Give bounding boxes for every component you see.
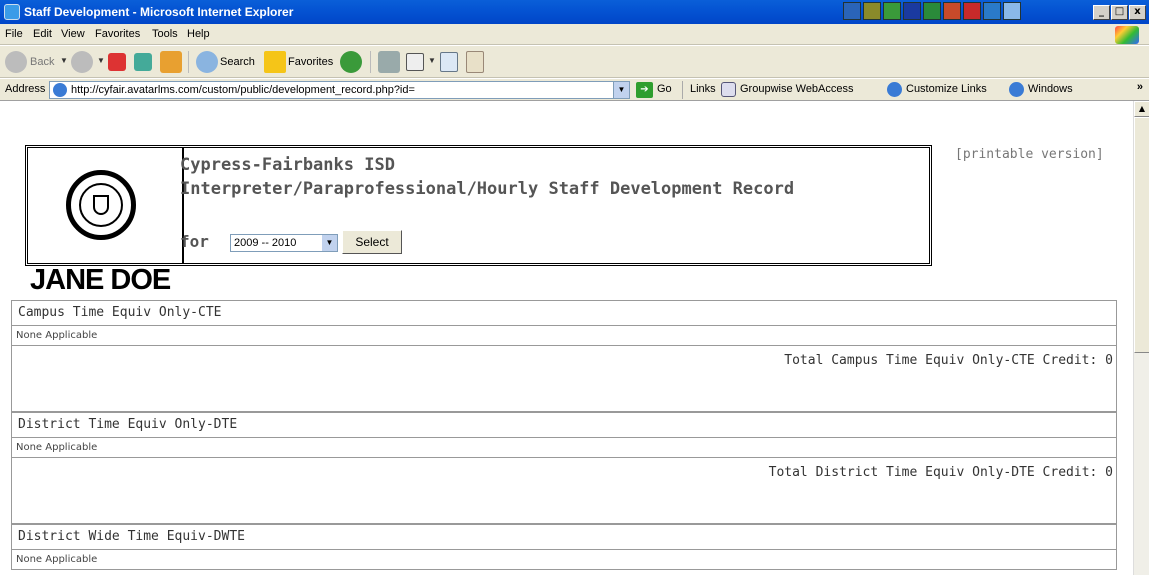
go-button[interactable]: Go xyxy=(657,83,672,95)
page-favicon-icon xyxy=(53,83,67,97)
seal-ring xyxy=(79,183,123,227)
powerpoint-icon[interactable] xyxy=(943,2,961,20)
menu-favorites[interactable]: Favorites xyxy=(95,28,140,40)
close-button[interactable]: x xyxy=(1129,5,1146,20)
menu-view[interactable]: View xyxy=(61,28,85,40)
link-groupwise[interactable]: Groupwise WebAccess xyxy=(740,83,854,95)
forward-arrow-icon[interactable] xyxy=(71,51,93,73)
app-icon[interactable] xyxy=(863,2,881,20)
links-overflow-chevron[interactable]: » xyxy=(1137,81,1143,93)
menu-bar: File Edit View Favorites Tools Help xyxy=(0,24,1149,45)
favorites-star-icon[interactable] xyxy=(264,51,286,73)
minimize-button[interactable]: _ xyxy=(1093,5,1110,20)
word-edit-icon[interactable] xyxy=(406,53,424,71)
year-select-value: 2009 -- 2010 xyxy=(234,237,297,249)
section-total-cte: Total Campus Time Equiv Only-CTE Credit:… xyxy=(11,346,1117,412)
back-arrow-icon[interactable] xyxy=(5,51,27,73)
word-icon[interactable] xyxy=(903,2,921,20)
groupwise-icon xyxy=(721,82,736,97)
record-header xyxy=(25,145,932,266)
stop-icon[interactable] xyxy=(108,53,126,71)
section-heading-dwte: District Wide Time Equiv-DWTE xyxy=(11,524,1117,550)
section-status-cte: None Applicable xyxy=(11,326,1117,346)
section-heading-cte: Campus Time Equiv Only-CTE xyxy=(11,300,1117,326)
address-dropdown-icon[interactable]: ▼ xyxy=(613,82,629,98)
ie-window-icon[interactable] xyxy=(4,4,20,20)
menu-file[interactable]: File xyxy=(5,28,23,40)
staff-name: JANE DOE xyxy=(30,264,171,296)
section-heading-dte: District Time Equiv Only-DTE xyxy=(11,412,1117,438)
menu-help[interactable]: Help xyxy=(187,28,210,40)
for-label: for xyxy=(180,232,209,251)
windows-logo-icon xyxy=(1115,26,1139,44)
favorites-button[interactable]: Favorites xyxy=(288,56,333,68)
pdf-icon[interactable] xyxy=(963,2,981,20)
toolbar: Back ▼ ▼ Search Favorites ▼ xyxy=(0,46,1149,78)
menu-edit[interactable]: Edit xyxy=(33,28,52,40)
links-label[interactable]: Links xyxy=(690,83,716,95)
window-titlebar[interactable]: Staff Development - Microsoft Internet E… xyxy=(0,0,1149,24)
app-icon[interactable] xyxy=(843,2,861,20)
credit-sections: Campus Time Equiv Only-CTE None Applicab… xyxy=(11,300,1117,570)
section-status-dte: None Applicable xyxy=(11,438,1117,458)
address-bar: Address http://cyfair.avatarlms.com/cust… xyxy=(0,79,1149,101)
links-separator xyxy=(682,81,683,99)
search-button[interactable]: Search xyxy=(220,56,255,68)
app-icon[interactable] xyxy=(883,2,901,20)
vertical-scrollbar[interactable]: ▲ xyxy=(1133,101,1149,575)
address-label: Address xyxy=(5,83,46,95)
seal-shield-icon xyxy=(93,195,109,215)
search-icon[interactable] xyxy=(196,51,218,73)
ie-icon[interactable] xyxy=(983,2,1001,20)
ie-link-icon xyxy=(887,82,902,97)
history-icon[interactable] xyxy=(340,51,362,73)
ie-link-icon xyxy=(1009,82,1024,97)
menu-tools[interactable]: Tools xyxy=(152,28,178,40)
section-total-dte: Total District Time Equiv Only-DTE Credi… xyxy=(11,458,1117,524)
section-status-dwte: None Applicable xyxy=(11,550,1117,570)
back-dropdown-icon[interactable]: ▼ xyxy=(60,56,68,65)
forward-dropdown-icon[interactable]: ▼ xyxy=(97,56,105,65)
maximize-button[interactable]: □ xyxy=(1111,5,1128,20)
toolbar-separator xyxy=(188,51,189,73)
link-windows[interactable]: Windows xyxy=(1028,83,1073,95)
print-icon[interactable] xyxy=(378,51,400,73)
link-customize[interactable]: Customize Links xyxy=(906,83,987,95)
scroll-thumb[interactable] xyxy=(1134,117,1149,353)
record-title: Interpreter/Paraprofessional/Hourly Staf… xyxy=(180,179,795,199)
paste-icon[interactable] xyxy=(466,51,484,73)
address-input[interactable]: http://cyfair.avatarlms.com/custom/publi… xyxy=(49,81,630,99)
app-icon[interactable] xyxy=(1003,2,1021,20)
scroll-up-arrow-icon[interactable]: ▲ xyxy=(1134,101,1149,117)
go-arrow-icon[interactable]: ➔ xyxy=(636,82,653,98)
back-button[interactable]: Back xyxy=(30,56,54,68)
excel-icon[interactable] xyxy=(923,2,941,20)
district-seal-logo xyxy=(66,170,136,240)
address-url[interactable]: http://cyfair.avatarlms.com/custom/publi… xyxy=(71,84,415,96)
copy-icon[interactable] xyxy=(440,52,458,72)
toolbar-separator xyxy=(370,51,371,73)
window-title: Staff Development - Microsoft Internet E… xyxy=(24,5,294,19)
home-icon[interactable] xyxy=(160,51,182,73)
refresh-icon[interactable] xyxy=(134,53,152,71)
year-dropdown-icon[interactable]: ▼ xyxy=(322,235,337,251)
year-select[interactable]: 2009 -- 2010 ▼ xyxy=(230,234,338,252)
printable-version-link[interactable]: [printable version] xyxy=(955,147,1104,162)
edit-dropdown-icon[interactable]: ▼ xyxy=(428,56,436,65)
district-name: Cypress-Fairbanks ISD xyxy=(180,155,395,175)
logo-cell xyxy=(28,148,184,263)
select-button[interactable]: Select xyxy=(342,230,402,254)
window-controls: _ □ x xyxy=(1093,5,1146,20)
taskbar-icons xyxy=(843,2,1021,20)
